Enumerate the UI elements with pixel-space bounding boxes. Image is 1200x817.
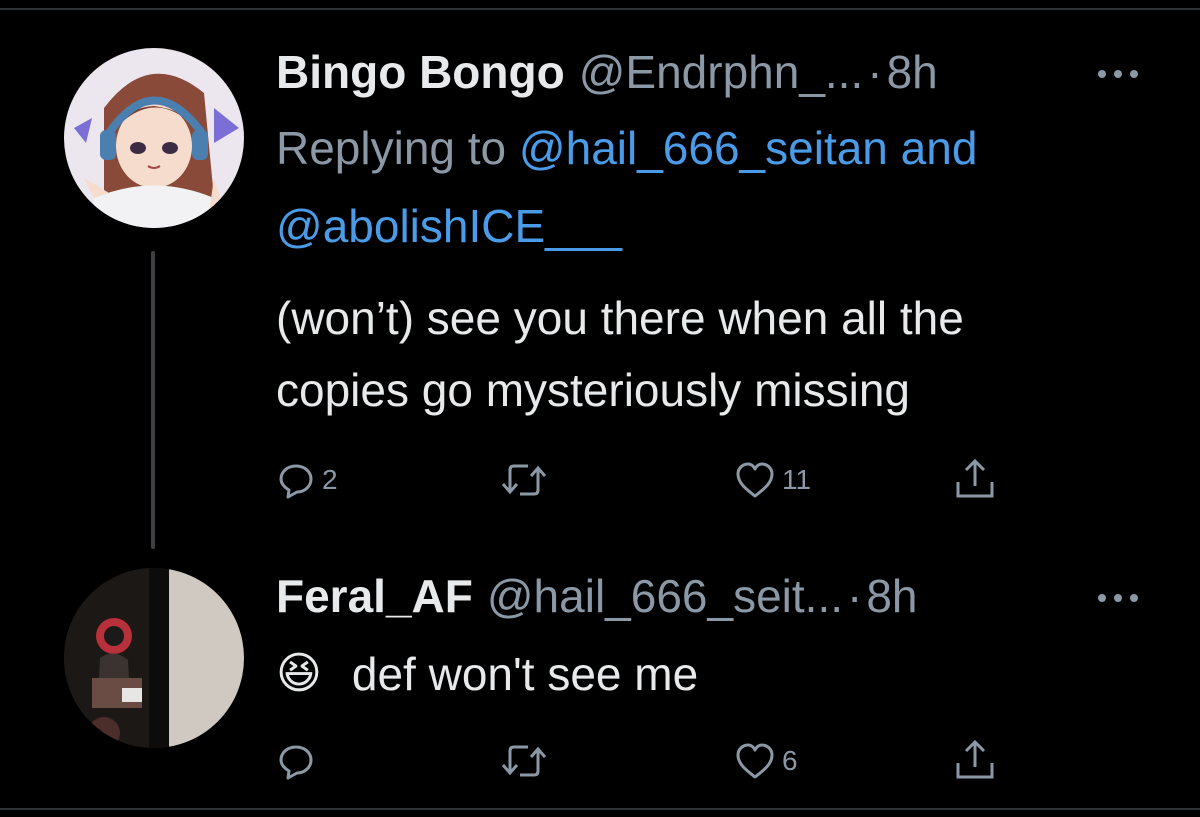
avatar[interactable]: [64, 568, 244, 748]
share-icon: [956, 458, 994, 498]
like-button[interactable]: 11: [734, 460, 811, 500]
replying-to-continued: @abolishICE___: [276, 196, 622, 256]
tweet-text-line: (won’t) see you there when all the: [276, 292, 964, 344]
more-icon[interactable]: [1098, 592, 1138, 604]
like-button[interactable]: 6: [734, 741, 798, 781]
reply-icon: [279, 745, 313, 780]
avatar[interactable]: [64, 48, 244, 228]
heart-icon: [736, 743, 774, 779]
display-name[interactable]: Feral_AF: [276, 568, 473, 624]
replying-to: Replying to @hail_666_seitan and: [276, 118, 977, 178]
retweet-icon: [501, 464, 547, 496]
heart-icon: [736, 462, 774, 498]
like-count: 11: [782, 464, 812, 495]
separator-dot: ·: [847, 570, 863, 622]
mention-link[interactable]: @abolishICE___: [276, 200, 622, 252]
more-icon[interactable]: [1098, 68, 1138, 80]
reply-button[interactable]: [276, 741, 322, 781]
laughing-emoji: 😆: [276, 649, 322, 698]
top-divider: [0, 8, 1200, 10]
retweet-button[interactable]: [500, 743, 554, 779]
replying-prefix: Replying to: [276, 122, 519, 174]
thread-connector: [151, 251, 155, 549]
reply-button[interactable]: 2: [276, 460, 338, 500]
tweet-text: (won’t) see you there when all the copie…: [276, 282, 964, 426]
tweet-text-line: copies go mysteriously missing: [276, 364, 911, 416]
tweet-text-line: def won't see me: [351, 648, 699, 700]
retweet-icon: [501, 745, 547, 777]
reply-icon: [279, 464, 313, 499]
display-name[interactable]: Bingo Bongo: [276, 44, 565, 100]
tweet-header: Feral_AF @hail_666_seit... · 8h: [276, 568, 918, 624]
bottom-divider: [0, 808, 1200, 810]
handle[interactable]: @hail_666_seit...: [487, 568, 843, 624]
tweet-text: 😆 def won't see me: [276, 638, 698, 710]
share-button[interactable]: [952, 737, 998, 783]
like-count: 6: [782, 745, 798, 776]
timestamp[interactable]: 8h: [866, 568, 917, 624]
share-icon: [956, 739, 994, 779]
share-button[interactable]: [952, 456, 998, 502]
timestamp[interactable]: 8h: [887, 44, 938, 100]
tweet-header: Bingo Bongo @Endrphn_... · 8h: [276, 44, 938, 100]
mention-link[interactable]: @hail_666_seitan: [519, 122, 888, 174]
handle[interactable]: @Endrphn_...: [579, 44, 864, 100]
reply-count: 2: [322, 464, 338, 495]
retweet-button[interactable]: [500, 462, 554, 498]
replying-and[interactable]: and: [888, 122, 978, 174]
separator-dot: ·: [867, 46, 883, 98]
